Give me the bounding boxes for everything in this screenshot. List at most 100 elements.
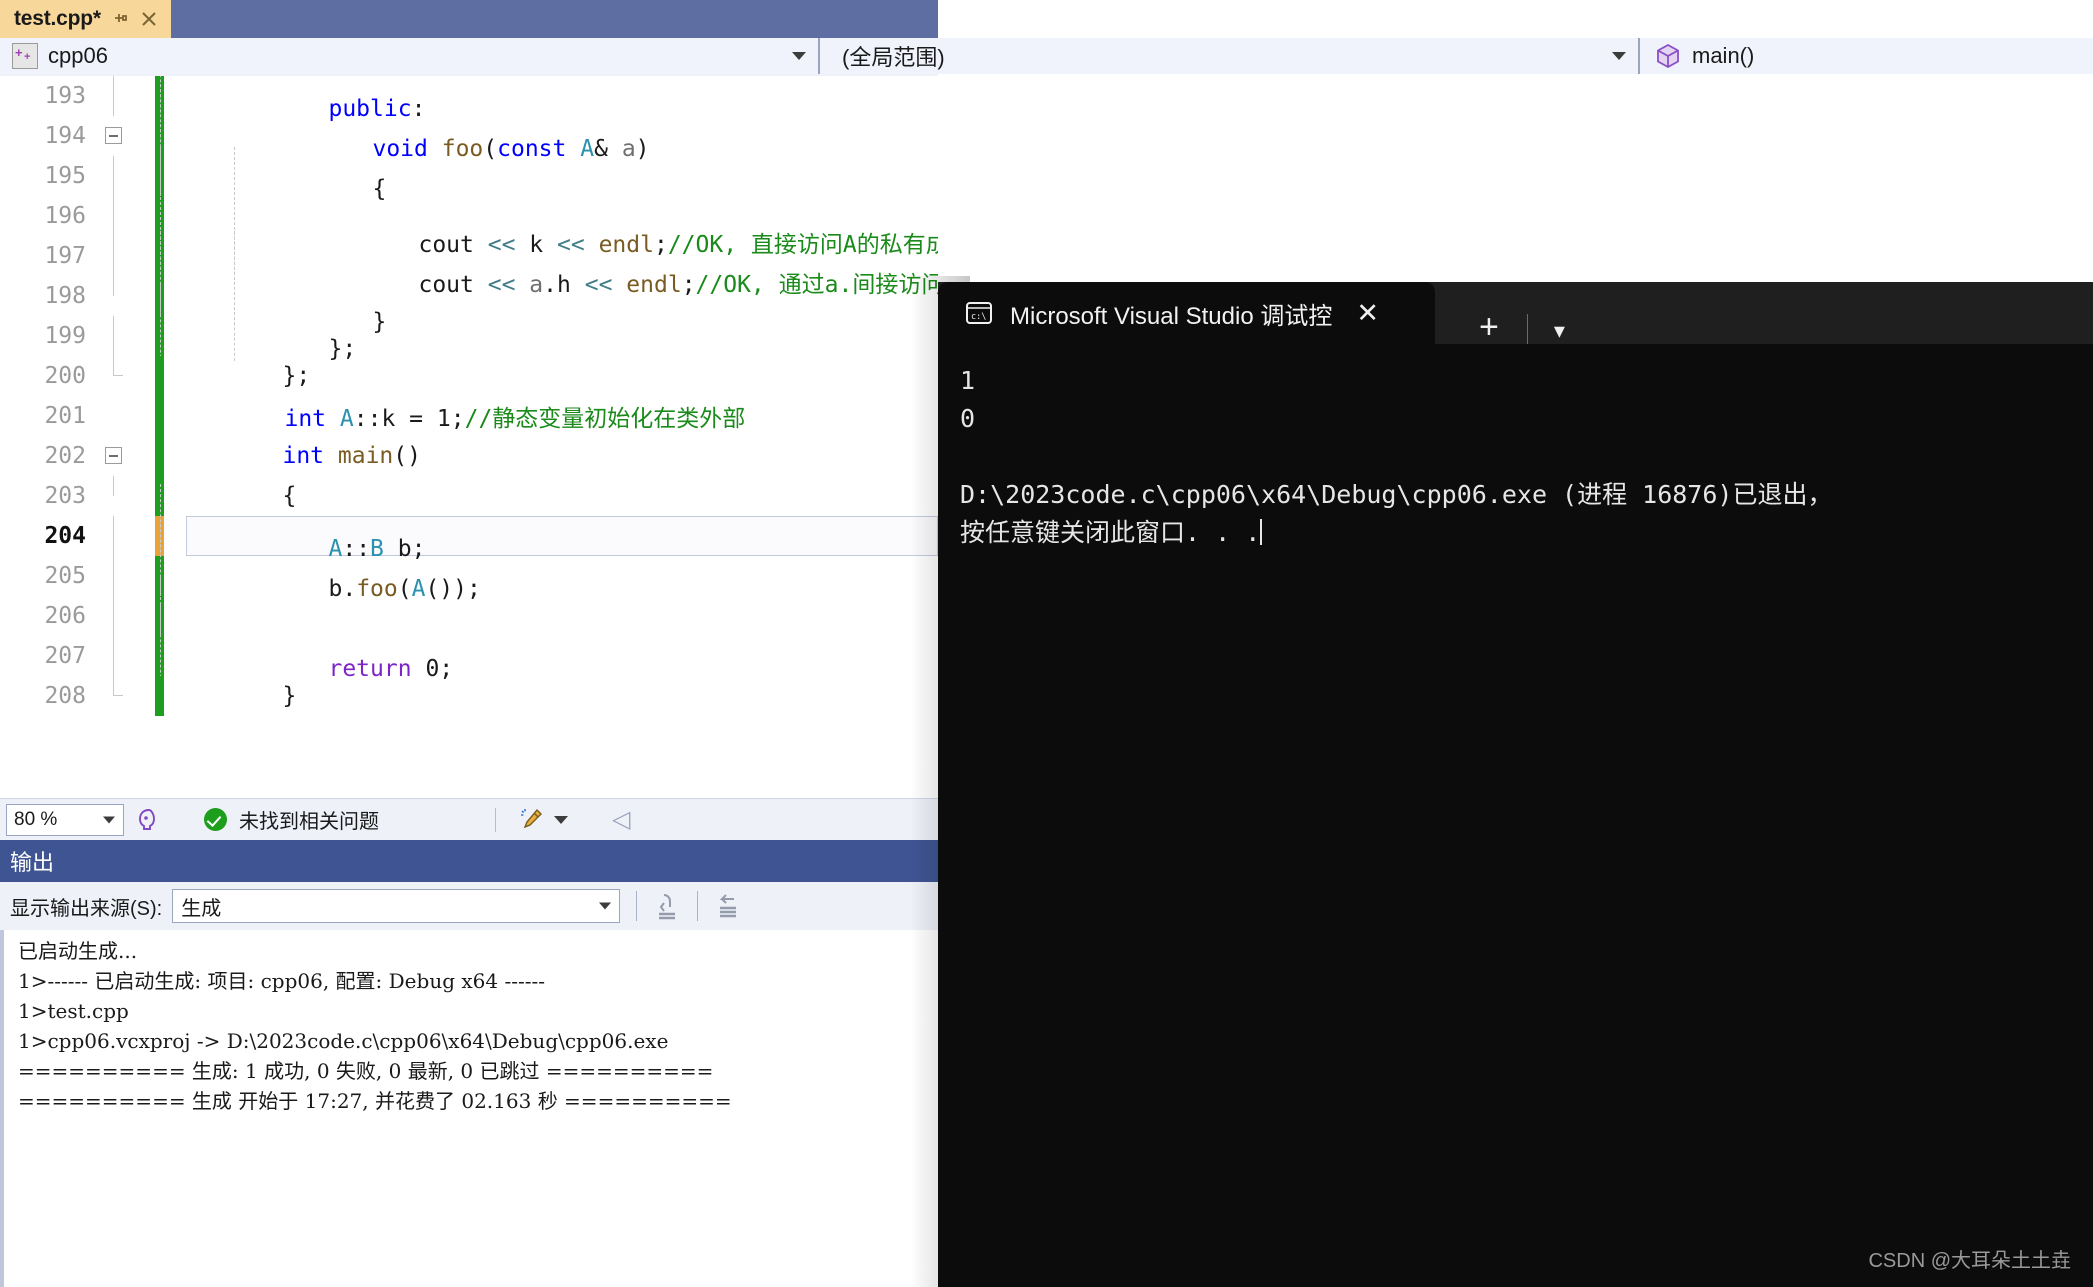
- output-pane-title: 输出: [10, 850, 55, 875]
- member-select[interactable]: main(): [1640, 38, 2093, 74]
- terminal-tab[interactable]: c:\ Microsoft Visual Studio 调试控 ✕: [938, 282, 1435, 344]
- fold-column[interactable]: [100, 116, 130, 156]
- fold-column[interactable]: [100, 356, 130, 396]
- fold-column[interactable]: [100, 516, 130, 556]
- line-number: 196: [44, 203, 86, 229]
- tab-title: test.cpp*: [14, 7, 101, 30]
- fold-column[interactable]: [100, 556, 130, 596]
- line-number: 203: [44, 483, 86, 509]
- output-log-line: 已启动生成...: [18, 939, 138, 963]
- fold-collapse-box[interactable]: [105, 127, 122, 144]
- terminal-tab-title: Microsoft Visual Studio 调试控: [1010, 302, 1333, 330]
- chevron-down-icon[interactable]: [103, 816, 115, 823]
- cpp-file-icon: + +: [12, 43, 38, 69]
- terminal-window[interactable]: c:\ Microsoft Visual Studio 调试控 ✕ + ▾ 1 …: [938, 282, 2093, 1287]
- fold-column[interactable]: [100, 676, 130, 716]
- fold-end-elbow: [113, 356, 123, 376]
- output-pane-header: 输出: [0, 840, 938, 882]
- chevron-down-icon[interactable]: [554, 815, 568, 824]
- line-number: 195: [44, 163, 86, 189]
- cube-icon: [1654, 42, 1682, 70]
- pin-icon[interactable]: [111, 10, 129, 28]
- tab-test-cpp[interactable]: test.cpp*: [0, 0, 171, 38]
- project-name: cpp06: [48, 43, 108, 68]
- scope-name: (全局范围): [842, 45, 945, 70]
- terminal-line: 1: [960, 366, 976, 395]
- output-log-line: ========== 生成: 1 成功, 0 失败, 0 最新, 0 已跳过 =…: [18, 1059, 714, 1083]
- terminal-output[interactable]: 1 0 D:\2023code.c\cpp06\x64\Debug\cpp06.…: [938, 344, 2093, 1287]
- fold-column[interactable]: [100, 396, 130, 436]
- broom-icon[interactable]: [518, 806, 546, 834]
- output-pane-toolbar: 显示输出来源(S): 生成: [0, 882, 938, 930]
- code-line[interactable]: 208 }: [0, 676, 938, 716]
- fold-collapse-box[interactable]: [105, 447, 122, 464]
- fold-column[interactable]: [100, 316, 130, 356]
- screenshot-root: test.cpp* 193 public: 194 void foo(const…: [0, 0, 2093, 1287]
- terminal-line: D:\2023code.c\cpp06\x64\Debug\cpp06.exe …: [960, 480, 1833, 509]
- fold-column[interactable]: [100, 76, 130, 116]
- line-number: 202: [44, 443, 86, 469]
- chevron-down-icon[interactable]: [599, 902, 612, 910]
- line-number: 206: [44, 603, 86, 629]
- line-number: 207: [44, 643, 86, 669]
- fold-column[interactable]: [100, 196, 130, 236]
- output-source-select[interactable]: 生成: [172, 889, 621, 923]
- terminal-line: 0: [960, 404, 976, 433]
- line-number: 198: [44, 283, 86, 309]
- fold-end-elbow: [113, 676, 123, 696]
- chevron-down-icon[interactable]: ▾: [1554, 318, 1565, 344]
- terminal-line-text: 按任意键关闭此窗口. . .: [960, 518, 1261, 547]
- toolbar-separator: [697, 891, 699, 921]
- fold-column[interactable]: [100, 236, 130, 276]
- chevron-down-icon[interactable]: [792, 52, 806, 60]
- intellisense-icon[interactable]: [136, 807, 162, 833]
- scope-select[interactable]: (全局范围): [820, 38, 1640, 74]
- output-source-value: 生成: [181, 897, 222, 920]
- fold-line: [113, 596, 114, 636]
- close-icon[interactable]: ✕: [1356, 299, 1379, 327]
- zoom-level-value: 80 %: [14, 808, 58, 830]
- member-name: main(): [1692, 43, 1755, 68]
- chevron-down-icon[interactable]: [1612, 52, 1626, 60]
- close-icon[interactable]: [139, 9, 159, 29]
- toolbar-separator: [636, 891, 638, 921]
- svg-text:c:\: c:\: [971, 312, 986, 322]
- output-log-line: 1>cpp06.vcxproj -> D:\2023code.c\cpp06\x…: [18, 1029, 669, 1053]
- text-cursor: [1260, 519, 1263, 545]
- fold-column[interactable]: [100, 636, 130, 676]
- fold-column[interactable]: [100, 156, 130, 196]
- line-number: 200: [44, 363, 86, 389]
- line-number: 208: [44, 683, 86, 709]
- chevron-left-icon[interactable]: ◁: [612, 805, 630, 834]
- fold-line: [113, 76, 114, 116]
- line-number: 199: [44, 323, 86, 349]
- fold-line: [113, 316, 114, 356]
- fold-column[interactable]: [100, 476, 130, 516]
- cmd-prompt-icon: c:\: [964, 298, 994, 328]
- plus-icon[interactable]: +: [1479, 310, 1499, 344]
- fold-column[interactable]: [100, 436, 130, 476]
- fold-line: [113, 516, 114, 556]
- output-log-line: ========== 生成 开始于 17:27, 并花费了 02.163 秒 =…: [18, 1089, 732, 1113]
- project-select[interactable]: + + cpp06: [0, 38, 820, 74]
- fold-line: [113, 476, 114, 496]
- editor-tab-strip: test.cpp*: [0, 0, 938, 38]
- output-log[interactable]: 已启动生成... 1>------ 已启动生成: 项目: cpp06, 配置: …: [0, 930, 938, 1287]
- check-circle-icon: [204, 808, 227, 831]
- line-number: 205: [44, 563, 86, 589]
- terminal-tab-bar: c:\ Microsoft Visual Studio 调试控 ✕ + ▾: [938, 282, 2093, 344]
- fold-line: [113, 236, 114, 276]
- fold-line: [113, 556, 114, 596]
- fold-column[interactable]: [100, 596, 130, 636]
- code-editor[interactable]: 193 public: 194 void foo(const A& a) 195…: [0, 76, 938, 798]
- word-wrap-icon[interactable]: [712, 891, 742, 921]
- zoom-level-select[interactable]: 80 %: [6, 803, 124, 836]
- fold-line: [113, 636, 114, 676]
- terminal-line-with-cursor: 按任意键关闭此窗口. . .: [960, 514, 2071, 552]
- code-text: }: [282, 683, 297, 709]
- fold-column[interactable]: [100, 276, 130, 316]
- jump-to-line-icon[interactable]: [651, 891, 681, 921]
- problems-status-text: 未找到相关问题: [239, 811, 379, 833]
- status-separator: [495, 807, 496, 832]
